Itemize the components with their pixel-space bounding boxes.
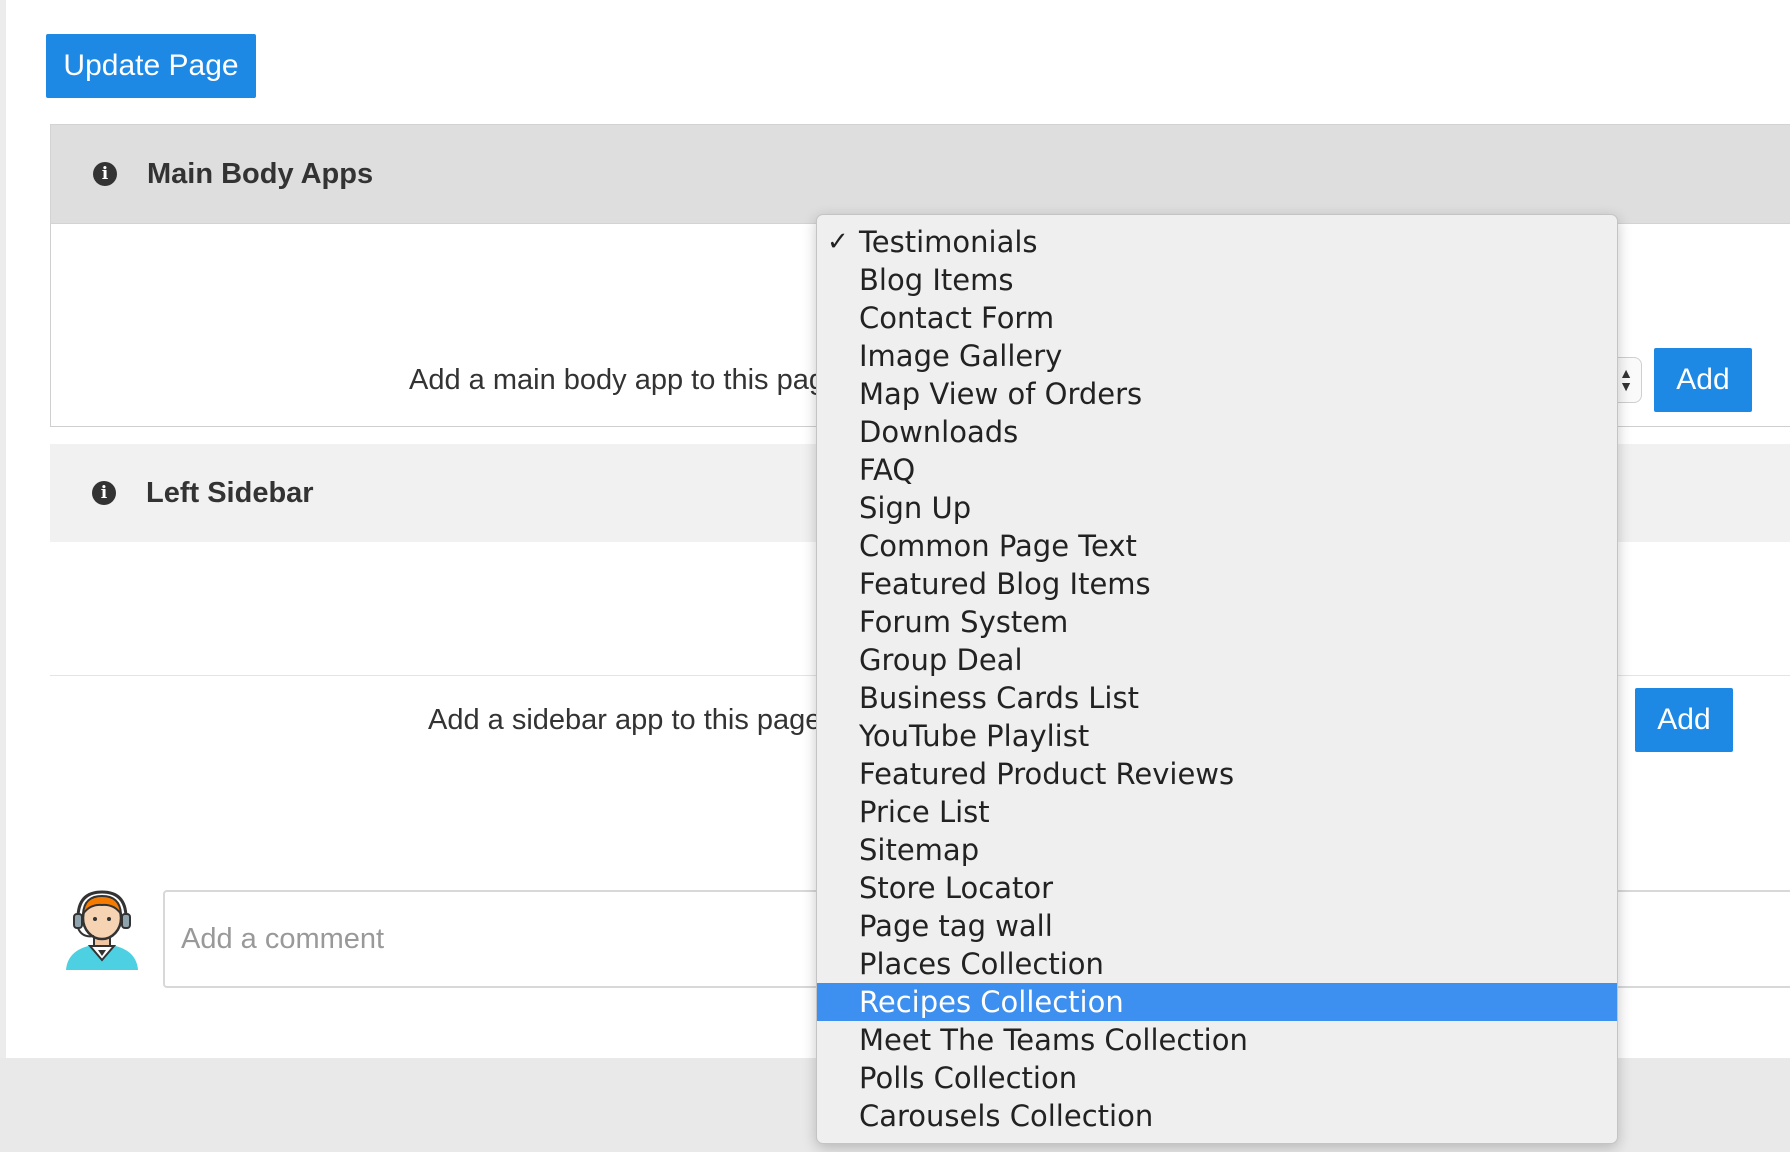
dropdown-option[interactable]: Common Page Text [817,527,1617,565]
dropdown-option[interactable]: Contact Form [817,299,1617,337]
dropdown-option[interactable]: Downloads [817,413,1617,451]
dropdown-option-label: Business Cards List [859,681,1139,715]
dropdown-option[interactable]: Featured Product Reviews [817,755,1617,793]
dropdown-option-label: Polls Collection [859,1061,1078,1095]
dropdown-option[interactable]: YouTube Playlist [817,717,1617,755]
dropdown-option-label: FAQ [859,453,916,487]
dropdown-option[interactable]: Places Collection [817,945,1617,983]
dropdown-option-label: Image Gallery [859,339,1063,373]
sidebar-add-label: Add a sidebar app to this page: [428,704,830,736]
dropdown-option[interactable]: Recipes Collection [817,983,1617,1021]
dropdown-option[interactable]: Blog Items [817,261,1617,299]
dropdown-option-label: Common Page Text [859,529,1137,563]
main-body-add-label: Add a main body app to this page [409,364,842,396]
main-body-add-button[interactable]: Add [1654,348,1752,412]
select-arrows-icon: ▲ ▼ [1619,365,1633,394]
main-body-apps-header: i Main Body Apps [50,124,1790,224]
dropdown-option-label: Blog Items [859,263,1014,297]
dropdown-option-label: Places Collection [859,947,1104,981]
dropdown-option-label: Page tag wall [859,909,1053,943]
info-icon[interactable]: i [92,481,116,505]
info-icon[interactable]: i [93,162,117,186]
dropdown-option[interactable]: Price List [817,793,1617,831]
dropdown-option-label: Recipes Collection [859,985,1124,1019]
dropdown-option-label: Featured Blog Items [859,567,1151,601]
dropdown-option-label: Sitemap [859,833,980,867]
dropdown-option-label: YouTube Playlist [859,719,1090,753]
dropdown-option-label: Downloads [859,415,1019,449]
dropdown-option-label: Testimonials [859,225,1038,259]
app-select-dropdown[interactable]: ✓ Testimonials Blog Items Contact Form Image… [816,214,1618,1144]
dropdown-option-label: Featured Product Reviews [859,757,1235,791]
dropdown-option[interactable]: Sitemap [817,831,1617,869]
dropdown-option[interactable]: FAQ [817,451,1617,489]
dropdown-option[interactable]: Sign Up [817,489,1617,527]
dropdown-option[interactable]: ✓ Testimonials [817,223,1617,261]
dropdown-option[interactable]: Meet The Teams Collection [817,1021,1617,1059]
dropdown-option[interactable]: Polls Collection [817,1059,1617,1097]
dropdown-option-label: Meet The Teams Collection [859,1023,1248,1057]
dropdown-option-label: Store Locator [859,871,1054,905]
dropdown-option-label: Price List [859,795,990,829]
dropdown-option-label: Sign Up [859,491,972,525]
main-body-apps-title: Main Body Apps [147,157,374,190]
dropdown-option-label: Carousels Collection [859,1099,1154,1133]
dropdown-option[interactable]: Business Cards List [817,679,1617,717]
support-agent-avatar-icon [66,890,138,970]
dropdown-option[interactable]: Image Gallery [817,337,1617,375]
dropdown-option[interactable]: Group Deal [817,641,1617,679]
dropdown-option-label: Contact Form [859,301,1055,335]
dropdown-option-label: Forum System [859,605,1069,639]
dropdown-option[interactable]: Carousels Collection [817,1097,1617,1135]
update-page-button[interactable]: Update Page [46,34,256,98]
dropdown-option-label: Map View of Orders [859,377,1143,411]
dropdown-option[interactable]: Featured Blog Items [817,565,1617,603]
dropdown-option-label: Group Deal [859,643,1023,677]
sidebar-add-button[interactable]: Add [1635,688,1733,752]
checkmark-icon: ✓ [827,227,849,257]
dropdown-option[interactable]: Map View of Orders [817,375,1617,413]
dropdown-option[interactable]: Page tag wall [817,907,1617,945]
left-sidebar-title: Left Sidebar [146,476,314,509]
dropdown-option[interactable]: Forum System [817,603,1617,641]
dropdown-option[interactable]: Store Locator [817,869,1617,907]
